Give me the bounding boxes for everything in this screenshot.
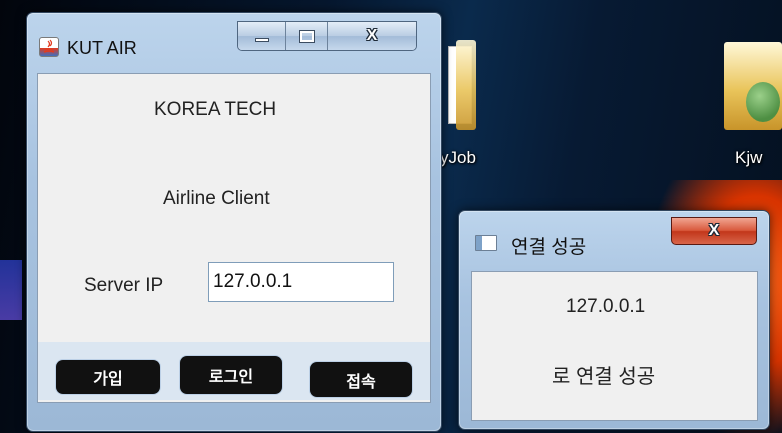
subheading-airline-client: Airline Client	[163, 188, 270, 209]
user-folder-icon[interactable]	[724, 42, 782, 130]
desktop-wallpaper-accent	[0, 260, 22, 320]
join-button[interactable]: 가입	[56, 360, 160, 394]
maximize-icon	[298, 29, 315, 43]
close-button[interactable]: X	[328, 22, 416, 50]
dialog-app-icon	[475, 235, 497, 251]
dialog-close-button[interactable]: X	[671, 217, 757, 245]
dialog-title: 연결 성공	[511, 237, 587, 258]
dialog-message: 로 연결 성공	[552, 366, 656, 388]
desktop-icon-label[interactable]: yJob	[440, 148, 476, 168]
dialog-titlebar[interactable]: 연결 성공 X	[459, 211, 769, 271]
dialog-ip-text: 127.0.0.1	[566, 296, 646, 317]
close-icon: X	[366, 27, 378, 44]
server-ip-input[interactable]	[208, 262, 394, 302]
connection-dialog: 연결 성공 X 127.0.0.1 로 연결 성공	[458, 210, 770, 430]
window-title: KUT AIR	[67, 38, 137, 58]
login-button[interactable]: 로그인	[180, 356, 282, 394]
server-ip-label: Server IP	[84, 275, 164, 296]
java-app-icon	[39, 37, 59, 57]
window-caption-buttons: X	[237, 21, 417, 51]
main-window: KUT AIR X KOREA TECH Airline Client Serv…	[26, 12, 442, 432]
minimize-button[interactable]	[238, 22, 286, 50]
dialog-content: 127.0.0.1 로 연결 성공	[471, 271, 758, 421]
minimize-icon	[254, 38, 269, 42]
maximize-button[interactable]	[286, 22, 328, 50]
desktop-folder-icon[interactable]	[446, 40, 476, 130]
close-icon: X	[708, 222, 720, 239]
main-window-content: KOREA TECH Airline Client Server IP 가입 로…	[37, 73, 431, 403]
desktop-icon-label[interactable]: Kjw	[735, 148, 762, 168]
connect-button[interactable]: 접속	[310, 362, 412, 397]
heading-korea-tech: KOREA TECH	[154, 99, 277, 120]
main-window-titlebar[interactable]: KUT AIR X	[27, 13, 441, 61]
